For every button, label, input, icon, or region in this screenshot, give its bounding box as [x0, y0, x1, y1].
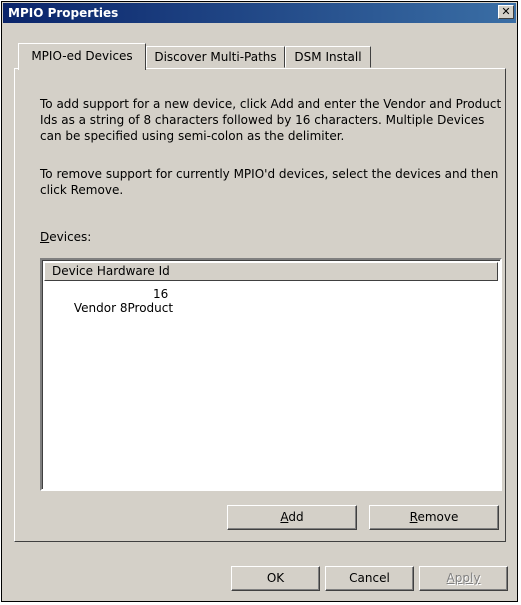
title-bar[interactable]: MPIO Properties ✕ — [3, 3, 516, 23]
close-icon: ✕ — [501, 5, 511, 18]
tab-label: Discover Multi-Paths — [154, 50, 277, 64]
tab-label: MPIO-ed Devices — [31, 49, 133, 63]
column-header-device-hardware-id[interactable]: Device Hardware Id — [44, 262, 498, 281]
window-title: MPIO Properties — [8, 6, 119, 20]
remove-button[interactable]: Remove — [369, 505, 499, 530]
close-button[interactable]: ✕ — [498, 5, 514, 19]
device-id-length: 16 — [153, 287, 169, 301]
tab-mpio-ed-devices[interactable]: MPIO-ed Devices — [18, 43, 146, 70]
remove-label: emove — [417, 510, 459, 524]
apply-label: Apply — [446, 571, 481, 585]
apply-button[interactable]: Apply — [419, 566, 508, 591]
tab-discover-multi-paths[interactable]: Discover Multi-Paths — [146, 46, 285, 68]
add-instructions: To add support for a new device, click A… — [40, 97, 502, 143]
devices-label-accelerator: D — [40, 230, 50, 244]
cancel-button[interactable]: Cancel — [325, 566, 414, 591]
device-vendor-product: Vendor 8Product — [73, 301, 174, 315]
add-button[interactable]: Add — [227, 505, 357, 530]
ok-button[interactable]: OK — [231, 566, 320, 591]
list-item[interactable]: Vendor 8Product 16 — [51, 287, 173, 343]
remove-instructions: To remove support for currently MPIO'd d… — [40, 167, 499, 197]
add-label: dd — [288, 510, 304, 524]
devices-label: Devices: — [40, 229, 160, 245]
devices-list[interactable]: Device Hardware Id Vendor 8Product 16 — [40, 258, 502, 491]
mpio-properties-window: MPIO Properties ✕ MPIO-ed Devices Discov… — [1, 1, 518, 602]
devices-label-text: evices: — [49, 230, 92, 244]
tab-label: DSM Install — [294, 50, 362, 64]
tab-dsm-install[interactable]: DSM Install — [285, 46, 371, 68]
